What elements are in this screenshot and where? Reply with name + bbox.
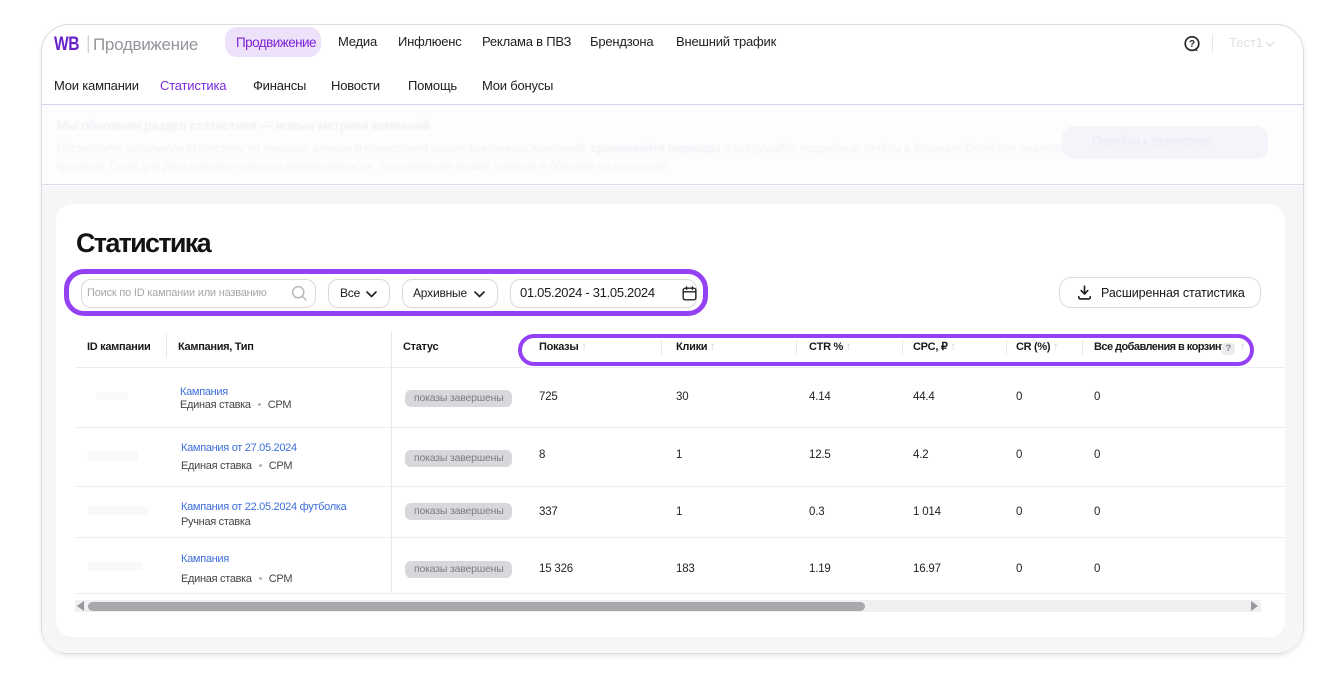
svg-text:?: ? <box>1189 39 1195 50</box>
